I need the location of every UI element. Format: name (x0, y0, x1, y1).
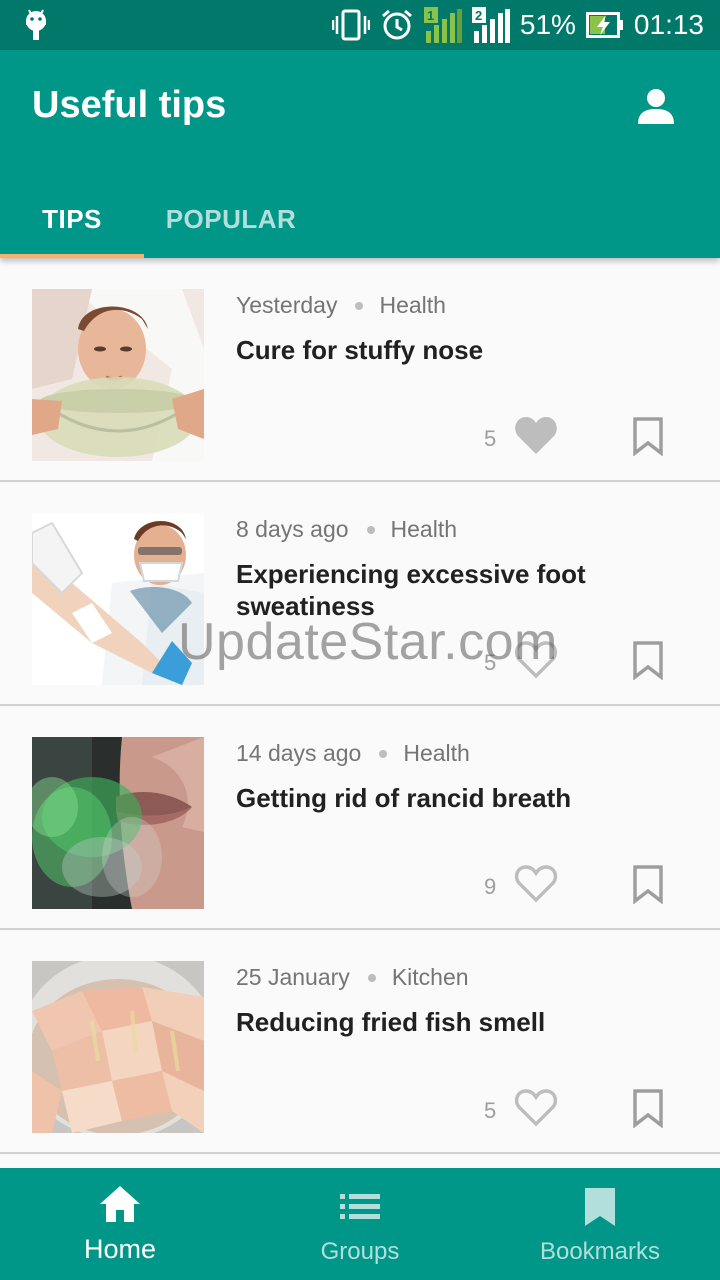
clock: 01:13 (633, 9, 704, 40)
svg-text:2: 2 (475, 8, 482, 23)
tip-list[interactable]: Yesterday Health Cure for stuffy nose 5 (0, 258, 720, 1168)
bookmark-outline-icon[interactable] (632, 864, 664, 904)
app-bar: Useful tips TIPS POPULAR (0, 50, 720, 258)
nav-label: Groups (320, 1238, 400, 1265)
nav-groups[interactable]: Groups (240, 1168, 480, 1280)
app-title: Useful tips (32, 84, 227, 126)
nav-label: Home (83, 1234, 157, 1264)
alarm-icon (381, 9, 412, 40)
watermark-text: UpdateStar.com (178, 613, 558, 671)
tip-thumbnail (32, 289, 204, 461)
bookmark-icon (585, 1188, 615, 1226)
account-icon[interactable] (638, 88, 674, 124)
battery-percent: 51% (519, 9, 576, 40)
tip-date: 14 days ago (236, 740, 362, 766)
tip-meta: 8 days ago Health (236, 516, 457, 543)
heart-outline-icon[interactable] (514, 862, 558, 904)
nav-label: Bookmarks (539, 1238, 661, 1265)
svg-text:1: 1 (427, 8, 434, 23)
nav-home[interactable]: Home (0, 1168, 240, 1280)
tip-item[interactable]: 25 January Kitchen Reducing fried fish s… (0, 930, 720, 1154)
tip-category[interactable]: Health (379, 292, 445, 319)
tip-item[interactable]: Yesterday Health Cure for stuffy nose 5 (0, 258, 720, 482)
list-icon (340, 1194, 380, 1219)
tip-item[interactable]: 8 days ago Health Experiencing excessive… (0, 482, 720, 706)
tab-label: TIPS (42, 203, 102, 234)
tip-category[interactable]: Kitchen (392, 964, 469, 991)
tip-category[interactable]: Health (391, 516, 457, 543)
tip-title[interactable]: Cure for stuffy nose (236, 334, 676, 366)
tab-label: POPULAR (165, 203, 297, 234)
signal-sim2-icon: 2 (471, 7, 510, 43)
tip-title[interactable]: Getting rid of rancid breath (236, 782, 676, 814)
tip-item[interactable]: 14 days ago Health Getting rid of rancid… (0, 706, 720, 930)
bookmark-outline-icon[interactable] (632, 640, 664, 680)
android-icon (26, 9, 46, 40)
nav-bookmarks[interactable]: Bookmarks (480, 1168, 720, 1280)
like-count: 5 (484, 426, 497, 451)
signal-sim1-icon: 1 (423, 7, 462, 43)
tab-popular[interactable]: POPULAR (144, 180, 318, 258)
tab-bar: TIPS POPULAR (0, 180, 720, 258)
home-icon (100, 1186, 140, 1222)
tip-thumbnail (32, 737, 204, 909)
tip-meta: Yesterday Health (236, 292, 446, 319)
like-count: 5 (484, 1098, 497, 1123)
separator-dot (367, 973, 376, 982)
tip-date: Yesterday (236, 292, 338, 318)
tab-indicator (0, 254, 144, 258)
vibrate-icon (331, 9, 370, 41)
status-bar: 1 2 51% 01:13 (0, 0, 720, 50)
tab-tips[interactable]: TIPS (0, 180, 144, 258)
separator-dot (355, 301, 364, 310)
separator-dot (379, 749, 388, 758)
bottom-navigation: Home Groups Bookmarks (0, 1168, 720, 1280)
tip-category[interactable]: Health (403, 740, 469, 767)
tip-meta: 14 days ago Health (236, 740, 470, 767)
tip-thumbnail (32, 961, 204, 1133)
like-count: 9 (484, 874, 497, 899)
heart-filled-icon[interactable] (514, 414, 558, 456)
heart-outline-icon[interactable] (514, 1086, 558, 1128)
bookmark-outline-icon[interactable] (632, 1088, 664, 1128)
tip-title[interactable]: Reducing fried fish smell (236, 1006, 676, 1038)
tip-date: 8 days ago (236, 516, 349, 542)
tip-meta: 25 January Kitchen (236, 964, 469, 991)
bookmark-outline-icon[interactable] (632, 416, 664, 456)
tip-date: 25 January (236, 964, 350, 990)
battery-charging-icon (585, 12, 623, 38)
separator-dot (366, 525, 375, 534)
